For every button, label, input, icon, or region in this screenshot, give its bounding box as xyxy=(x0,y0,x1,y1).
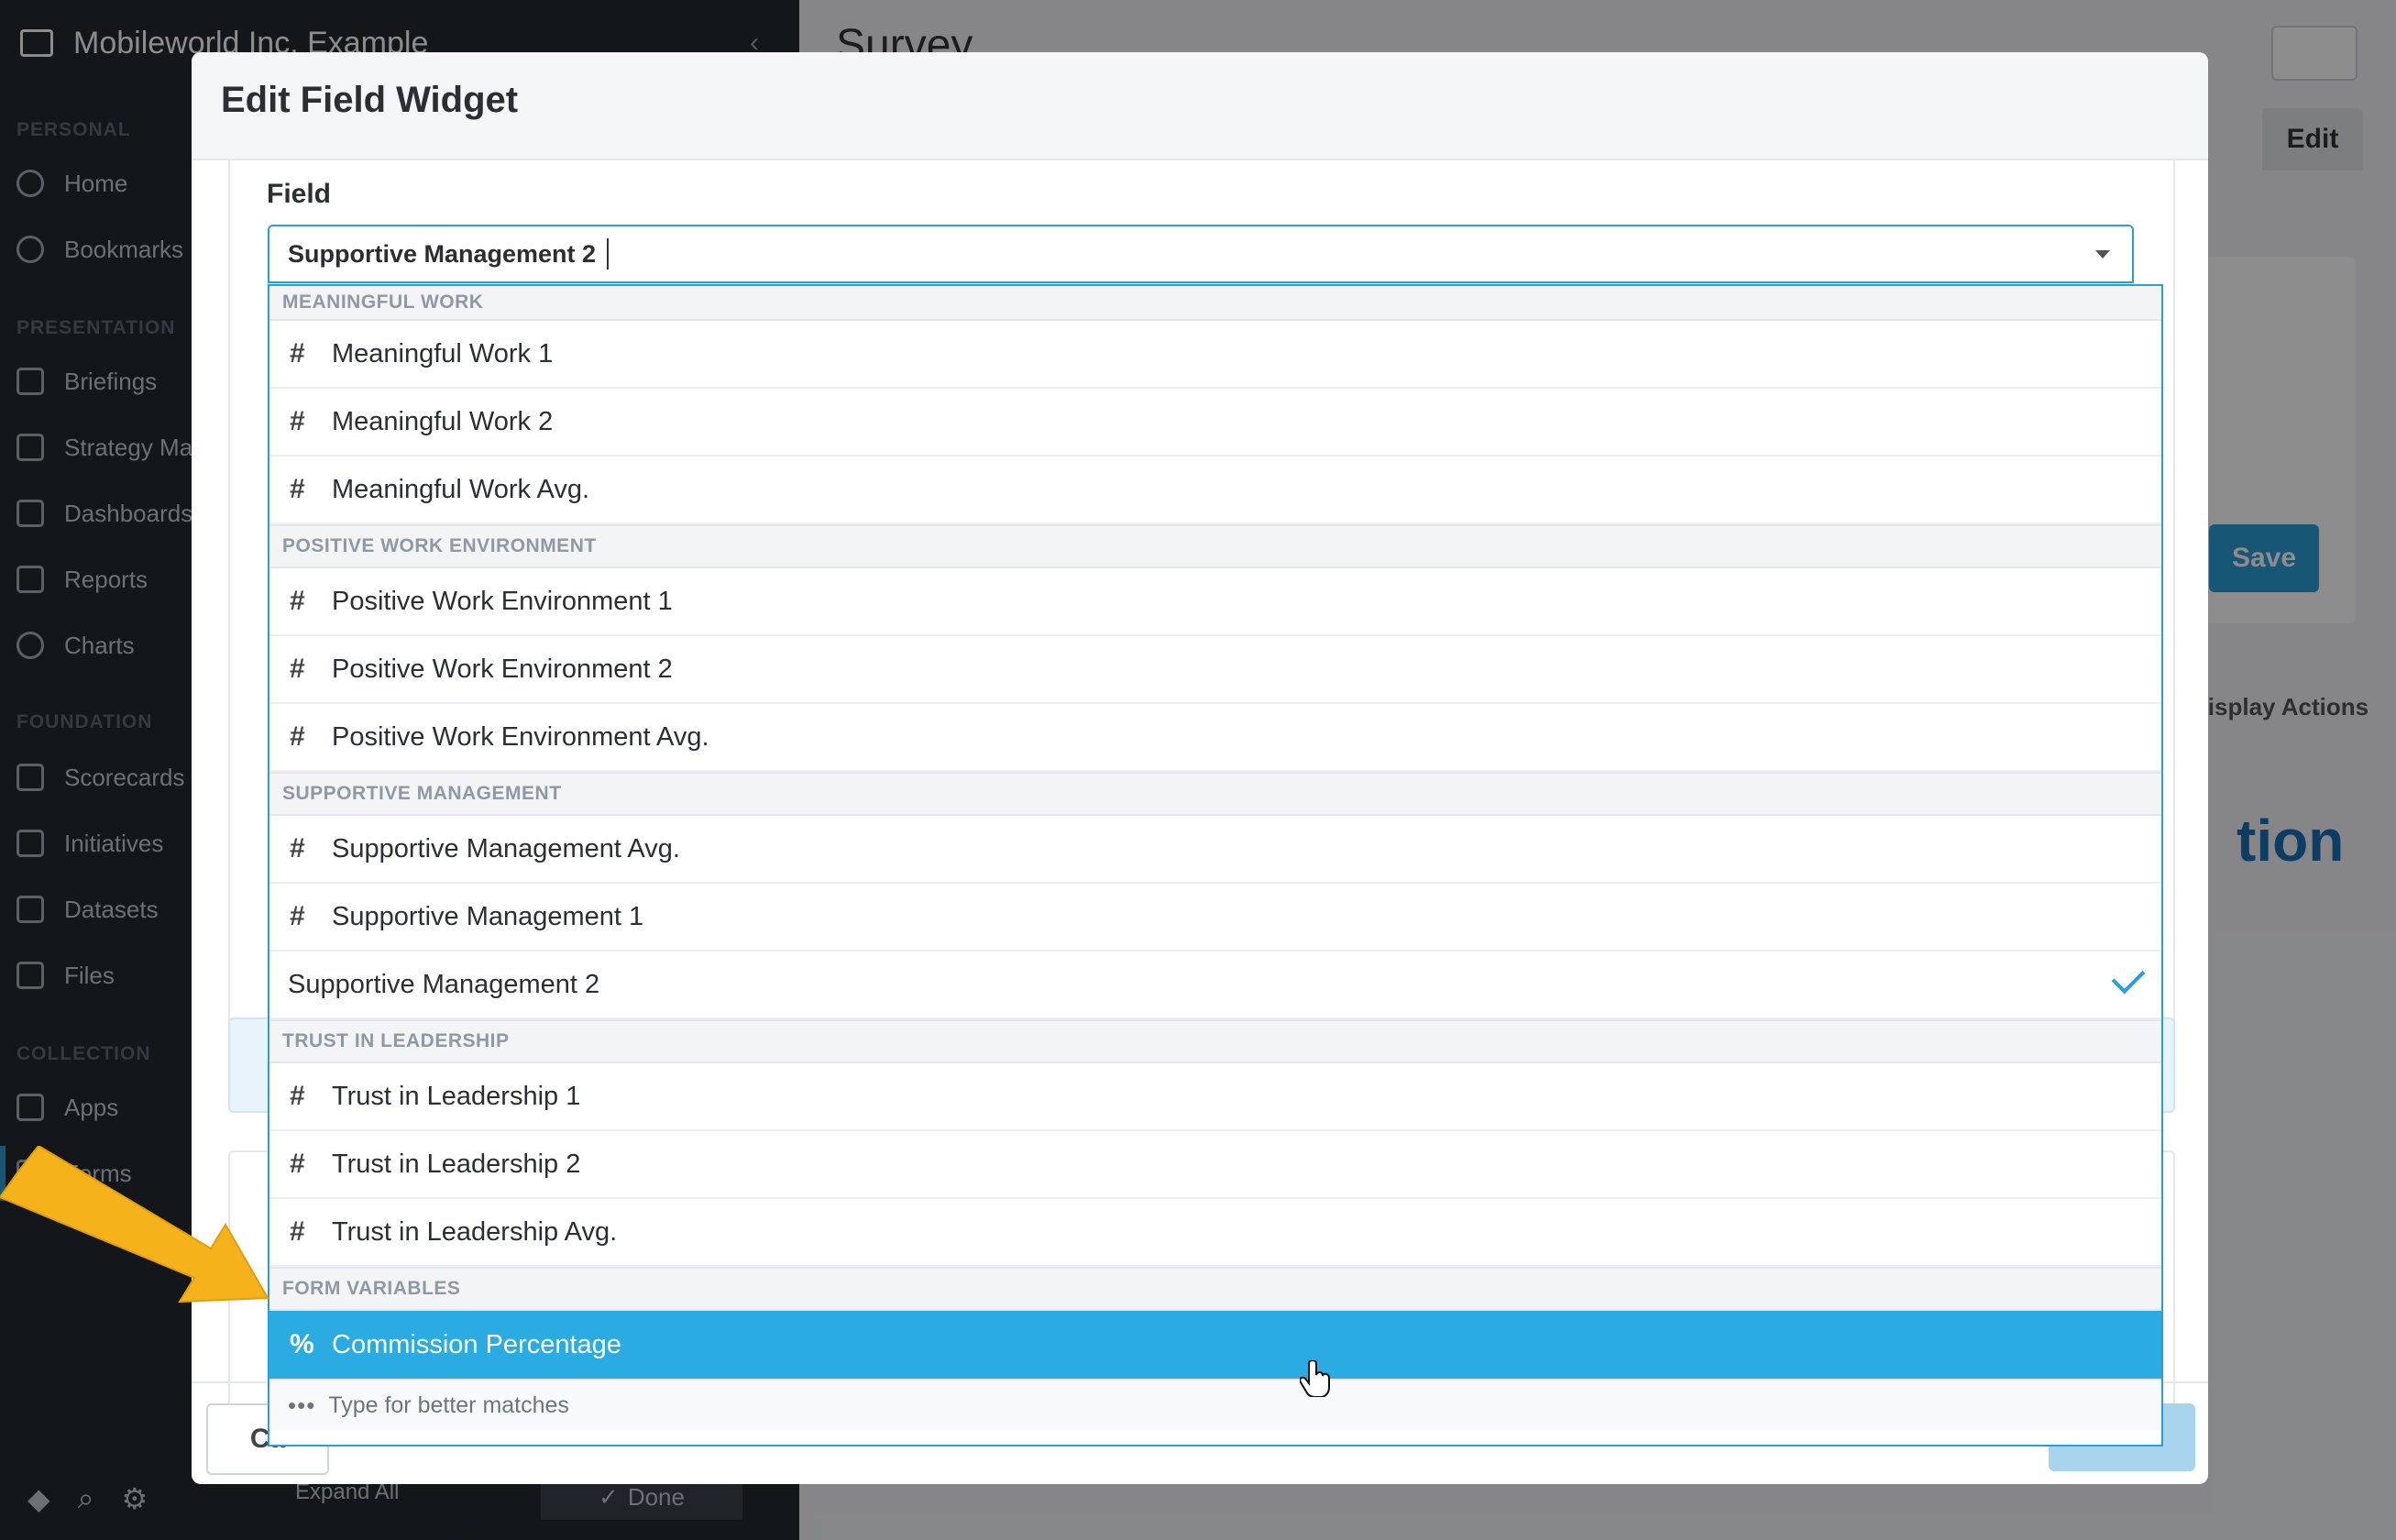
option-label: Supportive Management 2 xyxy=(288,969,600,999)
hint-text: Type for better matches xyxy=(328,1392,569,1418)
field-select-value: Supportive Management 2 xyxy=(288,239,597,268)
field-dropdown-menu: MEANINGFUL WORK # Meaningful Work 1 # Mean… xyxy=(268,284,2163,1446)
option-label: Trust in Leadership 1 xyxy=(332,1081,581,1111)
modal-title: Edit Field Widget xyxy=(221,80,519,120)
annotation-arrow-icon xyxy=(0,1146,269,1304)
field-select[interactable]: Supportive Management 2 xyxy=(268,225,2134,283)
checkmark-icon xyxy=(2111,960,2146,995)
number-icon: # xyxy=(290,833,305,864)
option-label: Positive Work Environment Avg. xyxy=(332,721,709,752)
field-label: Field xyxy=(267,179,332,209)
option-trust-in-leadership-2[interactable]: # Trust in Leadership 2 xyxy=(269,1131,2161,1199)
option-label: Trust in Leadership 2 xyxy=(332,1149,581,1179)
option-meaningful-work-avg[interactable]: # Meaningful Work Avg. xyxy=(269,456,2161,524)
group-header-positive-work-environment: POSITIVE WORK ENVIRONMENT xyxy=(269,524,2161,568)
number-icon: # xyxy=(290,474,305,504)
option-supportive-management-2[interactable]: Supportive Management 2 xyxy=(269,952,2161,1019)
percent-icon: % xyxy=(290,1329,314,1359)
option-trust-in-leadership-avg[interactable]: # Trust in Leadership Avg. xyxy=(269,1199,2161,1267)
option-label: Positive Work Environment 1 xyxy=(332,586,673,616)
number-icon: # xyxy=(290,654,305,684)
option-meaningful-work-1[interactable]: # Meaningful Work 1 xyxy=(269,321,2161,389)
option-label: Positive Work Environment 2 xyxy=(332,654,673,684)
option-label: Meaningful Work Avg. xyxy=(332,474,590,504)
text-caret xyxy=(607,238,610,270)
chevron-down-icon[interactable] xyxy=(2095,250,2110,258)
number-icon: # xyxy=(290,586,305,616)
number-icon: # xyxy=(290,901,305,931)
group-header-meaningful-work: MEANINGFUL WORK xyxy=(269,286,2161,321)
more-results-hint: ••• Type for better matches xyxy=(269,1379,2161,1430)
option-commission-percentage[interactable]: % Commission Percentage xyxy=(269,1311,2161,1379)
group-header-form-variables: FORM VARIABLES xyxy=(269,1267,2161,1311)
number-icon: # xyxy=(290,406,305,436)
option-trust-in-leadership-1[interactable]: # Trust in Leadership 1 xyxy=(269,1063,2161,1131)
option-label: Supportive Management Avg. xyxy=(332,833,680,864)
group-header-supportive-management: SUPPORTIVE MANAGEMENT xyxy=(269,772,2161,816)
hand-cursor-icon xyxy=(1300,1360,1330,1397)
option-label: Meaningful Work 1 xyxy=(332,338,554,368)
option-label: Trust in Leadership Avg. xyxy=(332,1216,618,1247)
option-positive-work-environment-1[interactable]: # Positive Work Environment 1 xyxy=(269,568,2161,636)
ellipsis-icon: ••• xyxy=(288,1391,316,1419)
option-label: Meaningful Work 2 xyxy=(332,406,554,436)
option-positive-work-environment-2[interactable]: # Positive Work Environment 2 xyxy=(269,636,2161,704)
option-meaningful-work-2[interactable]: # Meaningful Work 2 xyxy=(269,389,2161,456)
option-supportive-management-1[interactable]: # Supportive Management 1 xyxy=(269,884,2161,952)
option-supportive-management-avg[interactable]: # Supportive Management Avg. xyxy=(269,816,2161,884)
option-label: Supportive Management 1 xyxy=(332,901,644,931)
option-label: Commission Percentage xyxy=(332,1329,621,1359)
number-icon: # xyxy=(290,721,305,752)
number-icon: # xyxy=(290,1081,305,1111)
option-positive-work-environment-avg[interactable]: # Positive Work Environment Avg. xyxy=(269,704,2161,772)
number-icon: # xyxy=(290,338,305,368)
group-header-trust-in-leadership: TRUST IN LEADERSHIP xyxy=(269,1019,2161,1063)
